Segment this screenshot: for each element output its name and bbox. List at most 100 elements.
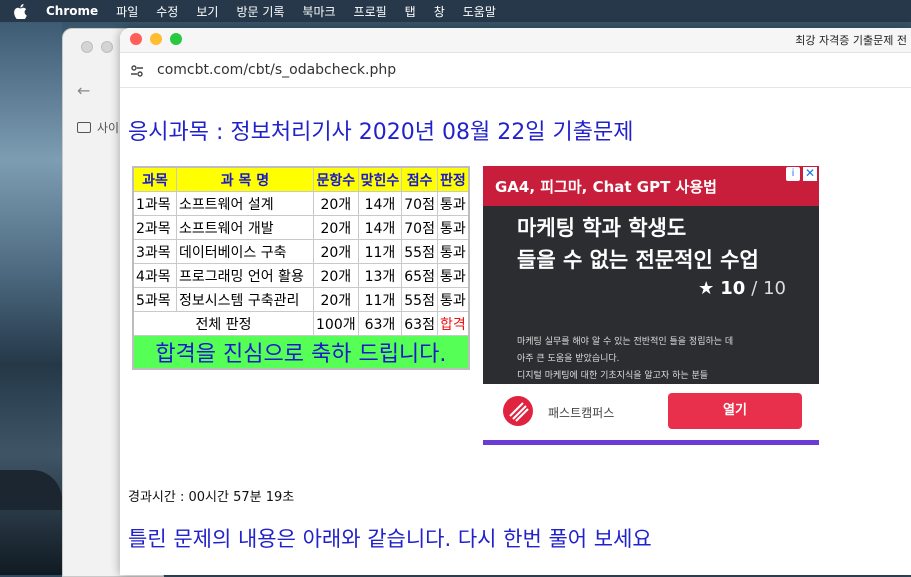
question-count: 20개 — [313, 191, 359, 216]
page-title: 응시과목 : 정보처리기사 2020년 08월 22일 기출문제 — [128, 120, 634, 145]
ad-header-text: GA4, 피그마, Chat GPT 사용법 — [495, 178, 717, 196]
total-score: 63점 — [401, 311, 438, 336]
score: 65점 — [401, 263, 438, 288]
table-row: 3과목 데이터베이스 구축 20개 11개 55점 통과 — [132, 239, 470, 264]
congrats-row: 합격을 진심으로 축하 드립니다. — [132, 335, 470, 370]
bookmark-folder[interactable]: 사이 — [77, 119, 119, 136]
ad-brand-name[interactable]: 패스트캠퍼스 — [548, 404, 614, 421]
congrats-message: 합격을 진심으로 축하 드립니다. — [132, 335, 470, 370]
menu-edit[interactable]: 수정 — [156, 3, 178, 20]
total-label: 전체 판정 — [132, 311, 314, 336]
ad-open-button[interactable]: 열기 — [668, 393, 802, 429]
page-content: 응시과목 : 정보처리기사 2020년 08월 22일 기출문제 과목 과 목 … — [120, 88, 911, 575]
retry-message: 틀린 문제의 내용은 아래와 같습니다. 다시 한번 풀어 보세요 — [128, 527, 652, 551]
question-count: 20개 — [313, 263, 359, 288]
star-icon: ★ — [698, 278, 715, 299]
table-row: 5과목 정보시스템 구축관리 20개 11개 55점 통과 — [132, 287, 470, 312]
header-subject-name: 과 목 명 — [176, 166, 314, 192]
minimize-window-button[interactable] — [150, 33, 162, 45]
result: 통과 — [436, 263, 470, 288]
ad-close-icon[interactable]: ✕ — [803, 167, 817, 181]
browser-window: 최강 자격증 기출문제 전 comcbt.com/cbt/s_odabcheck… — [120, 28, 911, 575]
menu-help[interactable]: 도움말 — [463, 3, 496, 20]
subject-name: 데이터베이스 구축 — [176, 239, 314, 264]
apple-icon[interactable] — [14, 3, 28, 19]
url-text[interactable]: comcbt.com/cbt/s_odabcheck.php — [157, 62, 396, 78]
subject-no: 4과목 — [132, 263, 177, 288]
ad-info-icon[interactable]: i — [786, 167, 800, 181]
window-controls — [130, 33, 182, 45]
bookmark-folder-label: 사이 — [97, 121, 120, 135]
score: 55점 — [401, 239, 438, 264]
total-row: 전체 판정 100개 63개 63점 합격 — [132, 311, 470, 336]
inactive-close-dot[interactable] — [81, 41, 93, 53]
ad-description-line: 아주 큰 도움을 받았습니다. — [517, 354, 620, 364]
back-arrow-icon[interactable]: ← — [77, 81, 90, 100]
ad-headline-line-1: 마케팅 학과 학생도 — [517, 216, 687, 240]
header-subject-no: 과목 — [132, 166, 177, 192]
header-correct-count: 맞힌수 — [357, 166, 403, 192]
score: 70점 — [401, 191, 438, 216]
header-score: 점수 — [401, 166, 438, 192]
ad-headline: 마케팅 학과 학생도 들을 수 없는 전문적인 수업 — [517, 212, 759, 276]
question-count: 20개 — [313, 239, 359, 264]
score: 70점 — [401, 215, 438, 240]
subject-no: 2과목 — [132, 215, 177, 240]
menu-profiles[interactable]: 프로필 — [354, 3, 387, 20]
advertisement[interactable]: GA4, 피그마, Chat GPT 사용법 i ✕ 마케팅 학과 학생도 들을… — [483, 166, 819, 445]
score: 55점 — [401, 287, 438, 312]
total-correct: 63개 — [357, 311, 403, 336]
subject-no: 3과목 — [132, 239, 177, 264]
result: 통과 — [436, 191, 470, 216]
menu-history[interactable]: 방문 기록 — [236, 3, 284, 20]
total-result: 합격 — [436, 311, 470, 336]
menu-tab[interactable]: 탭 — [405, 3, 416, 20]
total-questions: 100개 — [313, 311, 359, 336]
subject-name: 소프트웨어 설계 — [176, 191, 314, 216]
header-question-count: 문항수 — [313, 166, 359, 192]
ad-rating: ★ 10 / 10 — [698, 278, 786, 299]
score-table: 과목 과 목 명 문항수 맞힌수 점수 판정 1과목 소프트웨어 설계 20개 … — [132, 166, 470, 370]
question-count: 20개 — [313, 287, 359, 312]
subject-no: 1과목 — [132, 191, 177, 216]
ad-rating-value: 10 — [720, 278, 746, 299]
subject-no: 5과목 — [132, 287, 177, 312]
subject-name: 프로그래밍 언어 활용 — [176, 263, 314, 288]
menu-bookmarks[interactable]: 북마크 — [302, 3, 335, 20]
menu-file[interactable]: 파일 — [116, 3, 138, 20]
result: 통과 — [436, 239, 470, 264]
ad-headline-line-2: 들을 수 없는 전문적인 수업 — [517, 248, 759, 272]
background-window-controls — [81, 41, 113, 53]
result: 통과 — [436, 287, 470, 312]
ad-description-line: 디지털 마케팅에 대한 기초지식을 알고자 하는 분들 — [517, 371, 709, 381]
brand-logo-icon[interactable] — [503, 396, 533, 426]
title-bar: 최강 자격증 기출문제 전 — [120, 28, 911, 53]
subject-name: 정보시스템 구축관리 — [176, 287, 314, 312]
ad-header[interactable]: GA4, 피그마, Chat GPT 사용법 — [483, 166, 819, 206]
ad-description-line: 마케팅 실무를 해야 알 수 있는 전반적인 틀을 정립하는 데 — [517, 337, 734, 347]
correct-count: 14개 — [357, 191, 403, 216]
question-count: 20개 — [313, 215, 359, 240]
correct-count: 11개 — [357, 239, 403, 264]
tab-title[interactable]: 최강 자격증 기출문제 전 — [795, 32, 907, 48]
menu-bar: Chrome 파일 수정 보기 방문 기록 북마크 프로필 탭 창 도움말 — [0, 0, 911, 22]
address-bar[interactable]: comcbt.com/cbt/s_odabcheck.php — [120, 53, 911, 88]
correct-count: 13개 — [357, 263, 403, 288]
header-result: 판정 — [436, 166, 470, 192]
table-row: 4과목 프로그래밍 언어 활용 20개 13개 65점 통과 — [132, 263, 470, 288]
ad-description: 마케팅 실무를 해야 알 수 있는 전반적인 틀을 정립하는 데 아주 큰 도움… — [517, 334, 733, 385]
ad-rating-scale: / 10 — [751, 278, 786, 299]
score-table-header: 과목 과 목 명 문항수 맞힌수 점수 판정 — [132, 166, 470, 192]
zoom-window-button[interactable] — [170, 33, 182, 45]
close-window-button[interactable] — [130, 33, 142, 45]
menu-window[interactable]: 창 — [434, 3, 445, 20]
result: 통과 — [436, 215, 470, 240]
elapsed-time: 경과시간 : 00시간 57분 19초 — [128, 490, 295, 505]
correct-count: 11개 — [357, 287, 403, 312]
menu-view[interactable]: 보기 — [196, 3, 218, 20]
site-settings-icon[interactable] — [130, 63, 144, 77]
table-row: 2과목 소프트웨어 개발 20개 14개 70점 통과 — [132, 215, 470, 240]
inactive-minimize-dot[interactable] — [101, 41, 113, 53]
correct-count: 14개 — [357, 215, 403, 240]
menu-app-name[interactable]: Chrome — [46, 4, 98, 18]
